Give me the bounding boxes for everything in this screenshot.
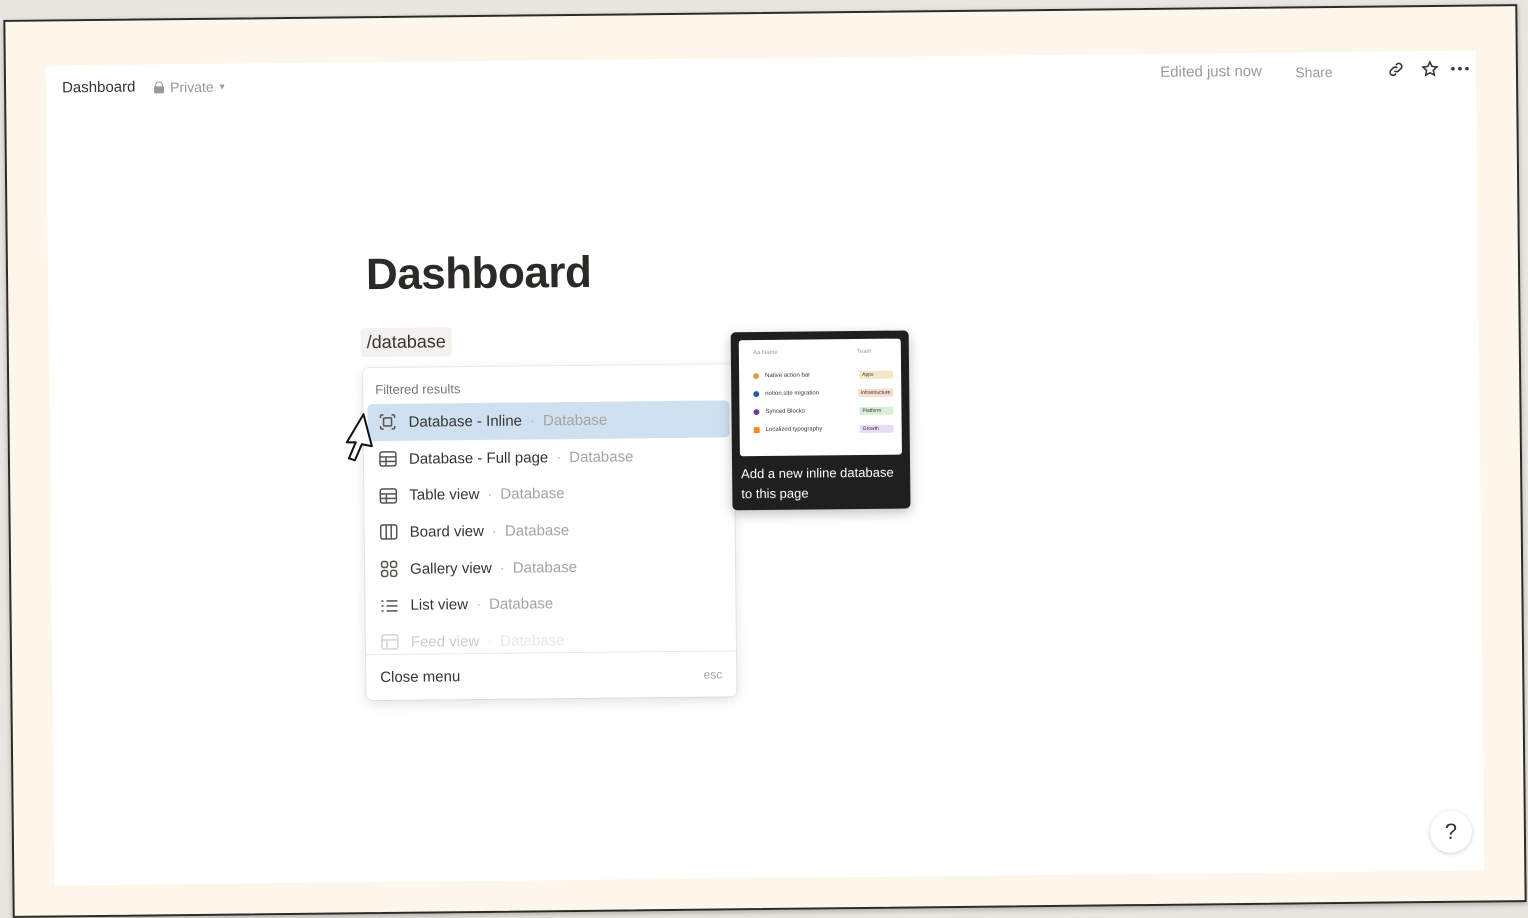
table-icon bbox=[378, 486, 398, 506]
slash-command-input[interactable]: /database bbox=[360, 327, 452, 358]
separator-dot: · bbox=[491, 522, 498, 540]
separator-dot: · bbox=[529, 412, 536, 430]
separator-dot: · bbox=[487, 632, 493, 650]
preview-row-name: Native action bar bbox=[765, 372, 811, 379]
preview-row-name: Synced Blocks bbox=[765, 408, 805, 415]
list-icon bbox=[379, 596, 399, 616]
preview-row-tag: Platform bbox=[859, 406, 894, 416]
menu-item-kind: Database bbox=[500, 485, 565, 503]
menu-item-list-view[interactable]: List view · Database bbox=[369, 584, 731, 624]
more-icon[interactable] bbox=[1448, 57, 1472, 81]
row-emoji-icon bbox=[753, 373, 760, 380]
preview-row-tag: Infrastructure bbox=[857, 388, 894, 398]
menu-item-label: Database - Inline bbox=[408, 412, 523, 431]
menu-item-kind: Database bbox=[512, 558, 578, 577]
row-emoji-icon bbox=[753, 409, 760, 416]
preview-column-header: Team bbox=[856, 348, 872, 356]
menu-item-kind: Database bbox=[500, 632, 565, 650]
lock-icon bbox=[154, 81, 164, 93]
edited-status: Edited just now bbox=[1160, 62, 1263, 81]
menu-item-label: List view bbox=[410, 596, 469, 615]
gallery-icon bbox=[379, 559, 399, 579]
menu-item-database-full-page[interactable]: Database - Full page · Database bbox=[368, 437, 730, 477]
preview-row-name: notion.site migration bbox=[765, 390, 820, 397]
page-title[interactable]: Dashboard bbox=[366, 248, 592, 300]
topbar: Dashboard Private ▾ Edited just now Shar… bbox=[46, 51, 1476, 106]
screenshot-frame: Dashboard Private ▾ Edited just now Shar… bbox=[3, 4, 1527, 918]
preview-row: Synced Blocks Platform bbox=[753, 405, 894, 418]
table-icon bbox=[378, 449, 398, 469]
menu-header: Filtered results bbox=[375, 381, 461, 398]
slash-command-menu: Filtered results Database - Inline · Dat… bbox=[363, 364, 737, 701]
privacy-label: Private bbox=[169, 78, 214, 96]
menu-item-label: Table view bbox=[409, 486, 480, 504]
separator-dot: · bbox=[475, 596, 482, 614]
close-menu-label: Close menu bbox=[380, 668, 461, 687]
share-button[interactable]: Share bbox=[1274, 60, 1354, 85]
breadcrumb[interactable]: Dashboard bbox=[62, 79, 136, 97]
menu-item-label: Feed view bbox=[410, 632, 480, 651]
chevron-down-icon: ▾ bbox=[219, 81, 225, 93]
preview-caption: Add a new inline database to this page bbox=[741, 464, 894, 502]
preview-row: notion.site migration Infrastructure bbox=[753, 387, 894, 400]
share-label: Share bbox=[1295, 64, 1333, 81]
menu-item-kind: Database bbox=[542, 411, 608, 430]
menu-item-database-inline[interactable]: Database - Inline · Database bbox=[367, 400, 730, 441]
star-icon[interactable] bbox=[1418, 57, 1442, 81]
feed-icon bbox=[380, 632, 400, 652]
hand-cursor-icon bbox=[345, 413, 373, 462]
separator-dot: · bbox=[487, 486, 493, 504]
menu-item-label: Board view bbox=[409, 522, 485, 541]
row-emoji-icon bbox=[753, 391, 760, 398]
preview-thumbnail: Aa Name Team Native action bar Apps noti… bbox=[738, 338, 902, 457]
link-icon[interactable] bbox=[1384, 57, 1408, 81]
menu-item-label: Gallery view bbox=[410, 559, 492, 578]
privacy-selector[interactable]: Private ▾ bbox=[154, 79, 225, 96]
preview-row: Localized typography Growth bbox=[753, 423, 894, 436]
menu-item-list: Database - Inline · Database Database - … bbox=[367, 400, 732, 661]
menu-item-label: Database - Full page bbox=[408, 448, 549, 468]
preview-row: Native action bar Apps bbox=[753, 369, 894, 382]
preview-row-tag: Apps bbox=[859, 370, 894, 380]
menu-item-board-view[interactable]: Board view · Database bbox=[369, 510, 731, 550]
separator-dot: · bbox=[499, 559, 505, 577]
help-icon: ? bbox=[1444, 818, 1458, 844]
menu-item-kind: Database bbox=[569, 447, 634, 466]
database-preview-tooltip: Aa Name Team Native action bar Apps noti… bbox=[730, 330, 911, 511]
menu-item-gallery-view[interactable]: Gallery view · Database bbox=[369, 547, 731, 587]
inline-database-icon bbox=[377, 412, 397, 432]
menu-item-table-view[interactable]: Table view · Database bbox=[368, 474, 730, 514]
close-menu-button[interactable]: Close menu esc bbox=[366, 650, 737, 701]
preview-row-name: Localized typography bbox=[765, 426, 823, 433]
separator-dot: · bbox=[556, 448, 562, 466]
esc-shortcut: esc bbox=[703, 666, 723, 682]
menu-item-kind: Database bbox=[488, 595, 554, 614]
help-button[interactable]: ? bbox=[1429, 810, 1473, 854]
row-emoji-icon bbox=[753, 427, 760, 434]
menu-item-kind: Database bbox=[504, 521, 570, 540]
page-canvas: Dashboard Private ▾ Edited just now Shar… bbox=[45, 50, 1485, 886]
preview-row-tag: Growth bbox=[859, 424, 894, 434]
board-icon bbox=[379, 522, 399, 542]
preview-column-header: Aa Name bbox=[752, 349, 778, 357]
